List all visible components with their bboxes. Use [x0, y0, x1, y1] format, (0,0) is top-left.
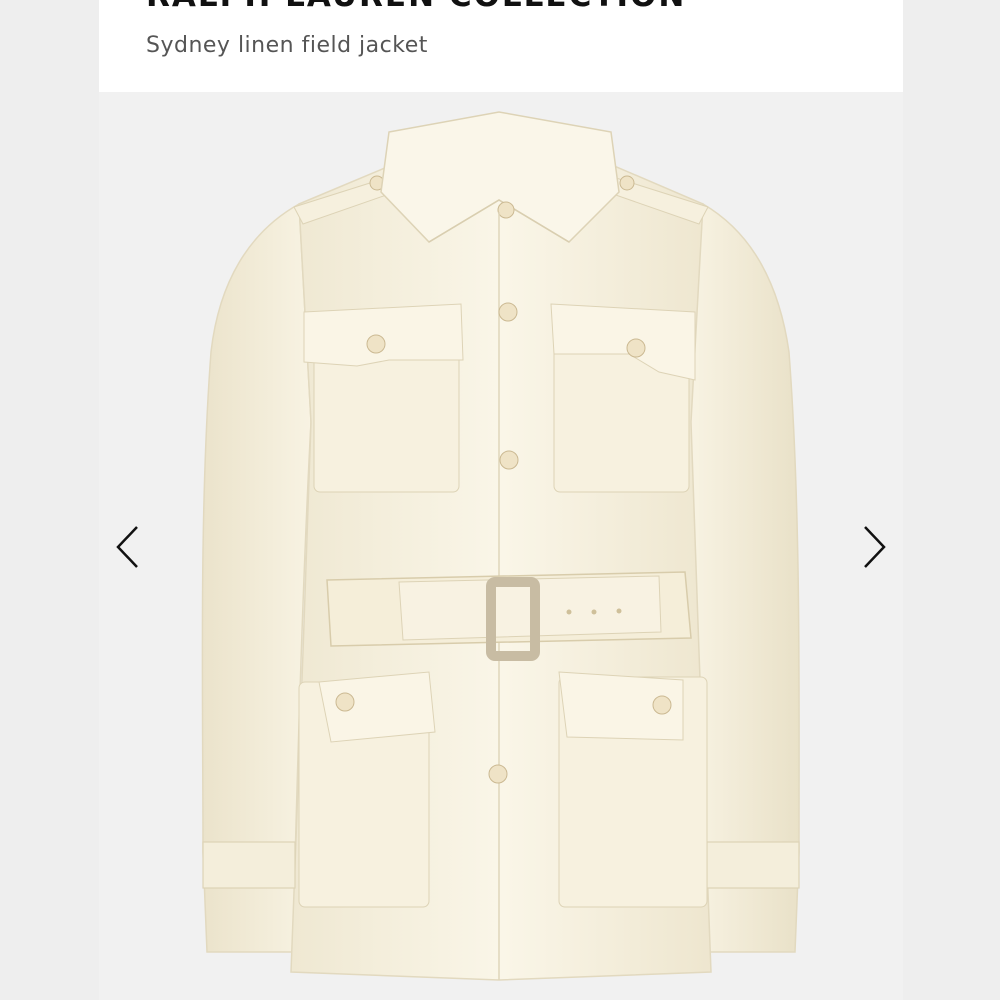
chevron-right-icon — [864, 526, 886, 568]
previous-image-button[interactable] — [106, 520, 150, 574]
next-image-button[interactable] — [852, 520, 896, 574]
product-name: Sydney linen field jacket — [146, 33, 428, 58]
chevron-left-icon — [116, 526, 138, 568]
product-gallery — [99, 92, 903, 1000]
product-image — [99, 92, 903, 1000]
brand-title: RALPH LAUREN COLLECTION — [146, 0, 686, 14]
